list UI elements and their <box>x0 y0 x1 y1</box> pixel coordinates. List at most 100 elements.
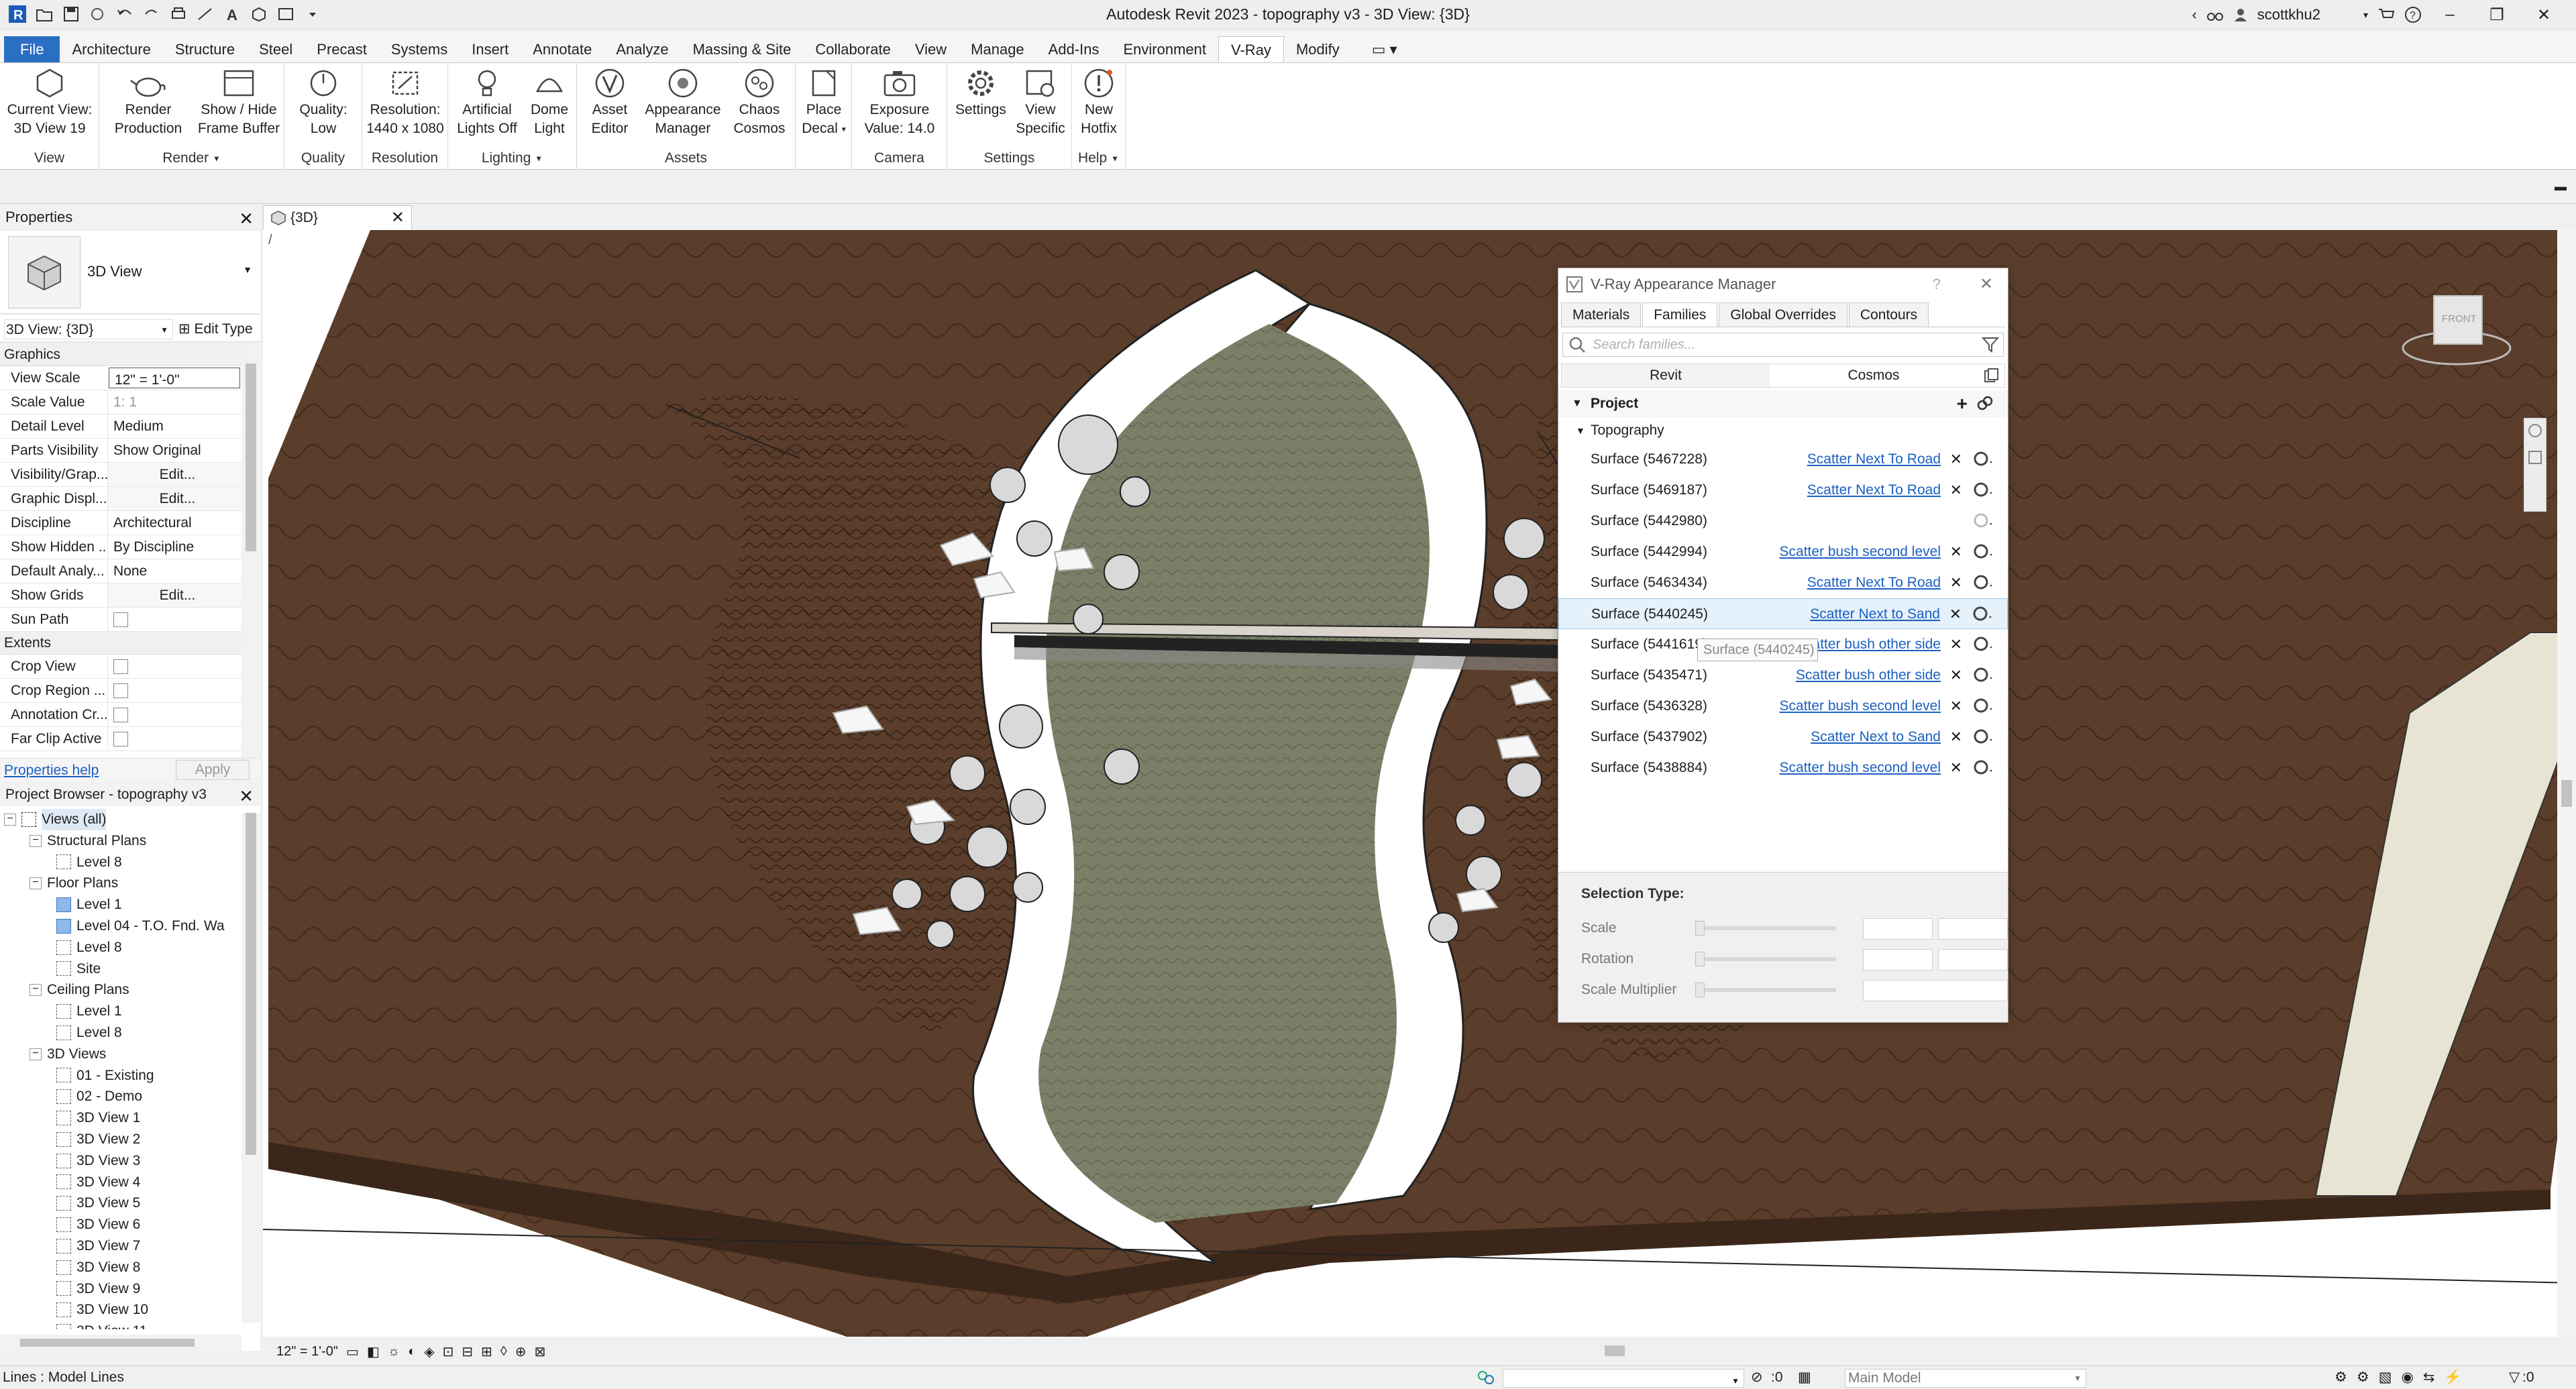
property-checkbox[interactable] <box>113 708 128 723</box>
asset-editor-button[interactable]: Asset Editor <box>580 67 640 138</box>
tree-views-all[interactable]: − Views (all) <box>4 809 260 830</box>
minimize-button[interactable]: – <box>2431 3 2469 27</box>
user-dropdown-icon[interactable]: ▾ <box>2363 9 2368 21</box>
options-bar-menu-icon[interactable]: ▬ <box>2555 180 2567 194</box>
property-value[interactable]: Architectural <box>107 511 241 535</box>
remove-icon[interactable]: ✕ <box>1950 629 1962 660</box>
lock-view-icon[interactable]: ⊞ <box>481 1343 492 1360</box>
remove-icon[interactable]: ✕ <box>1950 660 1962 691</box>
family-row[interactable]: Surface (5469187) Scatter Next To Road ✕ <box>1558 475 2008 506</box>
properties-close-icon[interactable]: ✕ <box>239 207 254 231</box>
render-production-button[interactable]: Render Production <box>105 67 192 138</box>
family-row[interactable]: Surface (5442980) <box>1558 506 2008 537</box>
browser-hscrollbar[interactable] <box>0 1335 241 1351</box>
instance-selector[interactable]: 3D View: {3D} ▼ <box>4 319 173 339</box>
add-icon[interactable]: + <box>1957 390 1968 417</box>
remove-icon[interactable]: ✕ <box>1950 475 1962 506</box>
tree-view-item[interactable]: 3D View 10 <box>4 1299 260 1321</box>
property-checkbox-cell[interactable] <box>107 655 241 678</box>
panel-title-lighting[interactable]: Lighting ▼ <box>448 150 576 166</box>
tab-view[interactable]: View <box>903 36 959 63</box>
type-dropdown-icon[interactable]: ▼ <box>243 264 252 275</box>
tree-structural-plans[interactable]: − Structural Plans <box>4 830 260 852</box>
cart-icon[interactable] <box>2377 7 2395 23</box>
value-slider[interactable] <box>1695 926 1836 930</box>
tree-view-item[interactable]: 01 - Existing <box>4 1065 260 1087</box>
scatter-link[interactable]: Scatter Next To Road <box>1807 567 1941 598</box>
tree-view-item[interactable]: 3D View 6 <box>4 1214 260 1235</box>
tab-architecture[interactable]: Architecture <box>60 36 162 63</box>
tab-add-ins[interactable]: Add-Ins <box>1036 36 1112 63</box>
3d-viewport[interactable]: FRONT / <box>263 230 2576 1337</box>
user-name[interactable]: scottkhu2 <box>2257 6 2320 23</box>
tab-environment[interactable]: Environment <box>1112 36 1219 63</box>
property-checkbox[interactable] <box>113 732 128 747</box>
crop-icon[interactable]: ⊡ <box>443 1343 454 1360</box>
remove-icon[interactable]: ✕ <box>1949 599 1962 630</box>
shadows-icon[interactable]: ◐ <box>408 1344 416 1359</box>
tree-view-item[interactable]: Level 1 <box>4 894 260 915</box>
property-value[interactable]: 12" = 1'-0" <box>109 368 240 388</box>
scatter-link[interactable]: Scatter bush other side <box>1796 660 1941 691</box>
tree-view-item[interactable]: 3D View 1 <box>4 1107 260 1129</box>
tab-annotate[interactable]: Annotate <box>521 36 604 63</box>
remove-icon[interactable]: ✕ <box>1950 691 1962 722</box>
new-hotfix-button[interactable]: New Hotfix <box>1075 67 1123 138</box>
vray-help-icon[interactable]: ? <box>1933 268 1941 300</box>
tree-3d-views[interactable]: −3D Views <box>4 1044 260 1065</box>
property-checkbox[interactable] <box>113 659 128 675</box>
property-checkbox[interactable] <box>113 683 128 699</box>
sun-path-checkbox[interactable] <box>113 612 128 628</box>
slider-thumb[interactable] <box>1695 952 1705 966</box>
family-row[interactable]: Surface (5463434) Scatter Next To Road ✕ <box>1558 567 2008 598</box>
tab-global-overrides[interactable]: Global Overrides <box>1719 302 1847 327</box>
temporary-hide-icon[interactable]: ◊ <box>500 1344 507 1359</box>
tree-view-item[interactable]: 3D View 4 <box>4 1172 260 1193</box>
tree-view-item[interactable]: 3D View 7 <box>4 1235 260 1257</box>
property-checkbox-cell[interactable] <box>107 703 241 726</box>
scatter-link[interactable]: Scatter bush second level <box>1780 753 1941 783</box>
panel-title-render[interactable]: Render ▼ <box>99 150 284 166</box>
selection-filter-icons[interactable]: ⚙⚙▧◉⇆⚡ <box>2334 1366 2471 1389</box>
scatter-link[interactable]: Scatter Next To Road <box>1807 444 1941 475</box>
property-checkbox-cell[interactable] <box>107 727 241 751</box>
zoom-icon[interactable] <box>2528 451 2542 464</box>
view-tab-close-icon[interactable]: ✕ <box>391 206 405 230</box>
browser-vscrollbar[interactable] <box>241 813 260 1323</box>
properties-help-link[interactable]: Properties help <box>4 763 99 779</box>
tab-cosmos[interactable]: Cosmos <box>1770 364 1978 387</box>
tab-contours[interactable]: Contours <box>1848 302 1929 327</box>
chevron-left-icon[interactable]: ‹ <box>2192 6 2196 23</box>
tab-analyze[interactable]: Analyze <box>604 36 680 63</box>
tab-modify[interactable]: Modify <box>1284 36 1352 63</box>
family-row[interactable]: Surface (5467228) Scatter Next To Road ✕ <box>1558 444 2008 475</box>
close-button[interactable]: ✕ <box>2525 3 2563 27</box>
tab-massing-site[interactable]: Massing & Site <box>681 36 804 63</box>
tab-precast[interactable]: Precast <box>305 36 379 63</box>
scatter-link[interactable]: Scatter Next to Sand <box>1810 599 1940 630</box>
user-icon[interactable] <box>2233 7 2248 23</box>
tree-view-item[interactable]: 3D View 8 <box>4 1257 260 1278</box>
property-value[interactable]: By Discipline <box>107 535 241 559</box>
property-value[interactable]: Show Original <box>107 439 241 462</box>
appearance-settings-icon[interactable] <box>1971 599 1994 630</box>
workset-dropdown[interactable]: ▼ <box>1503 1369 1744 1388</box>
apply-button[interactable]: Apply <box>176 760 250 780</box>
current-view-button[interactable]: Current View: 3D View 19 <box>4 67 95 138</box>
tab-materials[interactable]: Materials <box>1561 302 1642 327</box>
tab-revit[interactable]: Revit <box>1562 364 1770 387</box>
tree-project[interactable]: ▼ Project + <box>1558 390 2008 417</box>
min-input[interactable] <box>1863 918 1933 940</box>
value-slider[interactable] <box>1695 957 1836 961</box>
appearance-manager-button[interactable]: Appearance Manager <box>641 67 724 138</box>
type-selector[interactable]: 3D View ▼ <box>0 231 260 314</box>
panel-title-help[interactable]: Help ▼ <box>1072 150 1125 166</box>
max-input[interactable] <box>1938 949 2008 970</box>
tree-view-item[interactable]: 3D View 11 <box>4 1321 260 1329</box>
family-row[interactable]: Surface (5438884) Scatter bush second lev… <box>1558 753 2008 783</box>
slider-thumb[interactable] <box>1695 921 1705 936</box>
project-browser-close-icon[interactable]: ✕ <box>239 785 254 808</box>
properties-scrollbar[interactable] <box>241 343 260 759</box>
appearance-settings-icon[interactable] <box>1972 444 1994 475</box>
tab-steel[interactable]: Steel <box>247 36 305 63</box>
